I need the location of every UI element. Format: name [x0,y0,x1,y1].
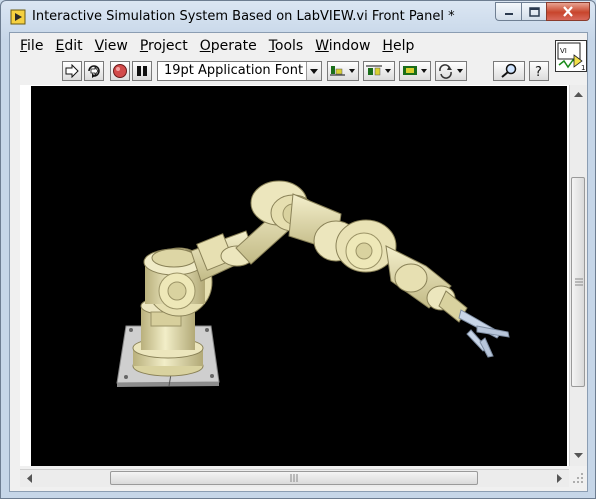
menu-edit-label: dit [64,38,83,54]
window-title: Interactive Simulation System Based on L… [32,9,455,24]
maximize-icon [528,6,540,17]
close-button[interactable] [546,2,590,21]
menu-window[interactable]: Window [309,35,376,57]
horizontal-scroll-thumb[interactable] [110,471,478,485]
menu-project-label: roject [148,38,188,54]
menu-help[interactable]: Help [376,35,420,57]
menu-window-mnemonic: W [315,38,329,54]
run-arrow-icon [65,64,79,78]
distribute-objects-button[interactable] [363,61,395,81]
svg-text:VI: VI [560,47,567,55]
menu-window-label: indow [328,38,371,54]
pause-button[interactable] [132,61,152,81]
menu-help-label: elp [392,38,415,54]
context-help-button[interactable]: ? [529,61,549,81]
menu-view-label: iew [103,38,128,54]
abort-icon [113,64,127,78]
search-icon [501,63,517,78]
distribute-objects-icon [366,65,391,76]
reorder-icon [439,64,463,79]
horizontal-scrollbar[interactable] [20,469,569,487]
resize-objects-button[interactable] [399,61,431,81]
3d-scene-display[interactable] [31,86,567,466]
vi-connector-icon: VI 1 [557,42,585,72]
search-button[interactable] [493,61,525,81]
menu-help-mnemonic: H [382,38,393,54]
minimize-button[interactable] [495,2,521,21]
close-icon [563,6,573,17]
menu-operate-mnemonic: O [199,38,211,54]
reorder-button[interactable] [435,61,467,81]
menu-operate[interactable]: Operate [194,35,263,57]
menu-file[interactable]: File [10,35,49,57]
menu-project-mnemonic: P [139,38,149,54]
grip-lines-icon [575,278,583,286]
run-continuously-button[interactable] [84,61,104,81]
scroll-left-button[interactable] [22,471,36,485]
scroll-down-button[interactable] [571,449,585,463]
scroll-right-button[interactable] [553,471,567,485]
font-select[interactable]: 19pt Application Font [157,61,322,81]
chevron-down-icon [573,453,583,458]
svg-text:?: ? [535,65,542,79]
chevron-left-icon [27,473,32,483]
menu-tools[interactable]: Tools [263,35,310,57]
vertical-scrollbar[interactable] [569,85,587,466]
help-icon: ? [535,65,542,79]
chevron-down-icon [310,69,318,74]
menu-file-mnemonic: F [20,38,28,54]
front-panel [20,85,570,466]
menu-bar: File Edit View Project Operate Tools Win… [10,35,420,57]
window-controls [495,2,590,21]
run-button[interactable] [62,61,82,81]
menu-view[interactable]: View [89,35,134,57]
scroll-up-button[interactable] [571,87,585,101]
menu-project[interactable]: Project [134,35,194,57]
menu-view-mnemonic: V [94,38,104,54]
menu-edit[interactable]: Edit [49,35,88,57]
menu-edit-mnemonic: E [55,38,65,54]
menu-operate-label: perate [210,38,257,54]
toolbar: 19pt Application Font ? [10,60,555,84]
menu-tools-label: ools [274,38,304,54]
menu-file-label: ile [27,38,44,54]
resize-grip-icon[interactable] [571,471,585,485]
minimize-icon [504,12,513,15]
svg-text:1: 1 [581,64,585,71]
labview-front-panel-window: Interactive Simulation System Based on L… [0,0,596,499]
run-continuously-icon [88,65,100,78]
title-bar[interactable]: Interactive Simulation System Based on L… [1,1,595,33]
pause-icon [137,66,147,76]
chevron-up-icon [573,92,583,97]
vi-icon[interactable]: VI 1 [555,40,587,72]
vertical-scroll-thumb[interactable] [571,177,585,387]
maximize-button[interactable] [521,2,546,21]
labview-app-icon [10,9,26,25]
font-select-value: 19pt Application Font [164,63,304,78]
grip-lines-icon [290,474,298,482]
resize-objects-icon [403,66,427,75]
align-objects-button[interactable] [327,61,359,81]
abort-button[interactable] [110,61,130,81]
chevron-right-icon [557,473,562,483]
font-dropdown-arrow[interactable] [306,62,321,80]
align-objects-icon [330,66,355,76]
window-client-area: File Edit View Project Operate Tools Win… [9,32,588,492]
robot-arm-model [116,180,510,387]
